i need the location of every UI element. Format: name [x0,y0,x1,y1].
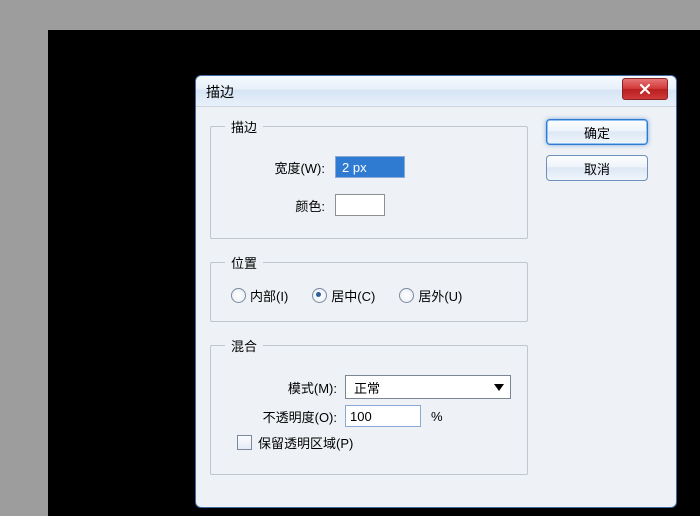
radio-label: 内部(I) [250,286,288,305]
dialog-titlebar[interactable]: 描边 [196,76,676,107]
radio-icon [312,288,327,303]
color-swatch[interactable] [335,194,385,216]
width-label: 宽度(W): [225,158,325,177]
dialog-title: 描边 [206,82,234,102]
position-legend: 位置 [225,253,263,272]
radio-icon [231,288,246,303]
stroke-dialog: 描边 描边 宽度(W): 2 px [195,75,677,508]
ok-button[interactable]: 确定 [546,119,648,145]
cancel-button[interactable]: 取消 [546,155,648,181]
mode-select[interactable]: 正常 [345,375,511,399]
width-value: 2 px [342,160,367,175]
close-button[interactable] [622,78,668,100]
stroke-legend: 描边 [225,117,263,136]
radio-label: 居中(C) [331,286,375,305]
preserve-checkbox[interactable] [237,435,252,450]
mode-label: 模式(M): [225,378,337,397]
opacity-label: 不透明度(O): [225,407,337,426]
position-center-radio[interactable]: 居中(C) [312,286,375,305]
position-inside-radio[interactable]: 内部(I) [231,286,288,305]
opacity-suffix: % [431,409,443,424]
button-label: 确定 [584,123,610,142]
stroke-group: 描边 宽度(W): 2 px 颜色: [210,117,528,239]
radio-icon [399,288,414,303]
radio-label: 居外(U) [418,286,462,305]
color-label: 颜色: [225,196,325,215]
mode-value: 正常 [354,378,380,397]
opacity-field[interactable] [345,405,421,427]
blend-group: 混合 模式(M): 正常 不透明度(O): % [210,336,528,475]
close-icon [639,84,651,94]
width-field[interactable]: 2 px [335,156,405,178]
position-outside-radio[interactable]: 居外(U) [399,286,462,305]
blend-legend: 混合 [225,336,263,355]
position-group: 位置 内部(I) 居中(C) 居外(U) [210,253,528,322]
button-label: 取消 [584,159,610,178]
chevron-down-icon [494,384,504,391]
preserve-label: 保留透明区域(P) [258,433,353,452]
